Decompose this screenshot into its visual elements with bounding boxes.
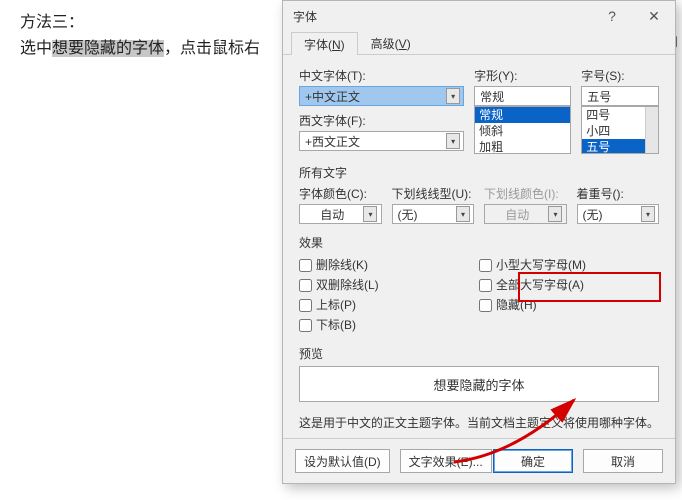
set-default-button[interactable]: 设为默认值(D) [295, 449, 390, 473]
titlebar: 字体 ? ✕ [283, 1, 675, 31]
font-color-label: 字体颜色(C): [299, 185, 382, 202]
dialog-title: 字体 [293, 8, 591, 25]
list-item[interactable]: 常规 [475, 107, 570, 123]
ws-font-combo[interactable]: +西文正文 [299, 131, 464, 151]
tab-font[interactable]: 字体(N) [291, 32, 358, 55]
cn-font-label: 中文字体(T): [299, 67, 464, 84]
preview-label: 预览 [299, 345, 659, 362]
style-listbox[interactable]: 常规 倾斜 加粗 [474, 106, 571, 154]
chevron-down-icon[interactable] [456, 206, 470, 222]
cb-dstrike[interactable]: 双删除线(L) [299, 275, 479, 295]
preview-text: 想要隐藏的字体 [433, 375, 524, 394]
style-input[interactable]: 常规 [474, 86, 571, 106]
emphasis-label: 着重号(): [577, 185, 660, 202]
effects-label: 效果 [299, 234, 659, 251]
chevron-down-icon[interactable] [446, 88, 460, 104]
bg-l2-suffix: ，点击鼠标右 [164, 40, 260, 57]
list-item[interactable]: 小四 [582, 123, 658, 139]
help-icon: ? [608, 8, 616, 24]
help-button[interactable]: ? [591, 1, 633, 31]
list-item[interactable]: 四号 [582, 107, 658, 123]
cb-strike[interactable]: 删除线(K) [299, 255, 479, 275]
size-listbox[interactable]: 四号 小四 五号 [581, 106, 659, 154]
text-effects-button[interactable]: 文字效果(E)... [400, 449, 492, 473]
bg-l2-hl: 想要隐藏的字体 [52, 40, 164, 57]
close-icon: ✕ [648, 8, 660, 25]
list-item[interactable]: 五号 [582, 139, 658, 154]
dialog-body: 中文字体(T): +中文正文 西文字体(F): +西文正文 字形(Y): 常规 … [283, 55, 675, 439]
ul-color-label: 下划线颜色(I): [484, 185, 567, 202]
ws-font-value: +西文正文 [305, 133, 360, 150]
chevron-down-icon [548, 206, 562, 222]
underline-label: 下划线线型(U): [392, 185, 475, 202]
preview-box: 想要隐藏的字体 [299, 366, 659, 402]
list-item[interactable]: 倾斜 [475, 123, 570, 139]
list-item[interactable]: 加粗 [475, 139, 570, 155]
underline-combo[interactable]: (无) [392, 204, 475, 224]
all-text-label: 所有文字 [299, 164, 659, 181]
bg-l2-prefix: 选中 [20, 40, 52, 57]
cb-subscript[interactable]: 下标(B) [299, 315, 479, 335]
preview-desc: 这是用于中文的正文主题字体。当前文档主题定义将使用哪种字体。 [299, 414, 659, 431]
size-input[interactable]: 五号 [581, 86, 659, 106]
ok-button[interactable]: 确定 [493, 449, 573, 473]
cb-superscript[interactable]: 上标(P) [299, 295, 479, 315]
cn-font-combo[interactable]: +中文正文 [299, 86, 464, 106]
background-text: 方法三： 选中想要隐藏的字体，点击鼠标右 [20, 10, 260, 61]
chevron-down-icon[interactable] [446, 133, 460, 149]
style-label: 字形(Y): [474, 67, 571, 84]
cb-allcaps[interactable]: 全部大写字母(A) [479, 275, 659, 295]
cb-hidden[interactable]: 隐藏(H) [479, 295, 659, 315]
emphasis-combo[interactable]: (无) [577, 204, 660, 224]
ws-font-label: 西文字体(F): [299, 112, 464, 129]
dialog-footer: 设为默认值(D) 文字效果(E)... 确定 取消 [283, 438, 675, 483]
ul-color-combo: 自动 [484, 204, 567, 224]
font-color-combo[interactable]: 自动 [299, 204, 382, 224]
cancel-button[interactable]: 取消 [583, 449, 663, 473]
chevron-down-icon[interactable] [363, 206, 377, 222]
close-button[interactable]: ✕ [633, 1, 675, 31]
tab-advanced[interactable]: 高级(V) [358, 31, 424, 54]
bg-method-line: 方法三： [20, 14, 84, 31]
cn-font-value: +中文正文 [305, 88, 360, 105]
tabstrip: 字体(N) 高级(V) [283, 31, 675, 55]
cb-smallcaps[interactable]: 小型大写字母(M) [479, 255, 659, 275]
size-label: 字号(S): [581, 67, 659, 84]
chevron-down-icon[interactable] [641, 206, 655, 222]
font-dialog: 字体 ? ✕ 字体(N) 高级(V) 中文字体(T): +中文正文 西文字体(F… [282, 0, 676, 484]
